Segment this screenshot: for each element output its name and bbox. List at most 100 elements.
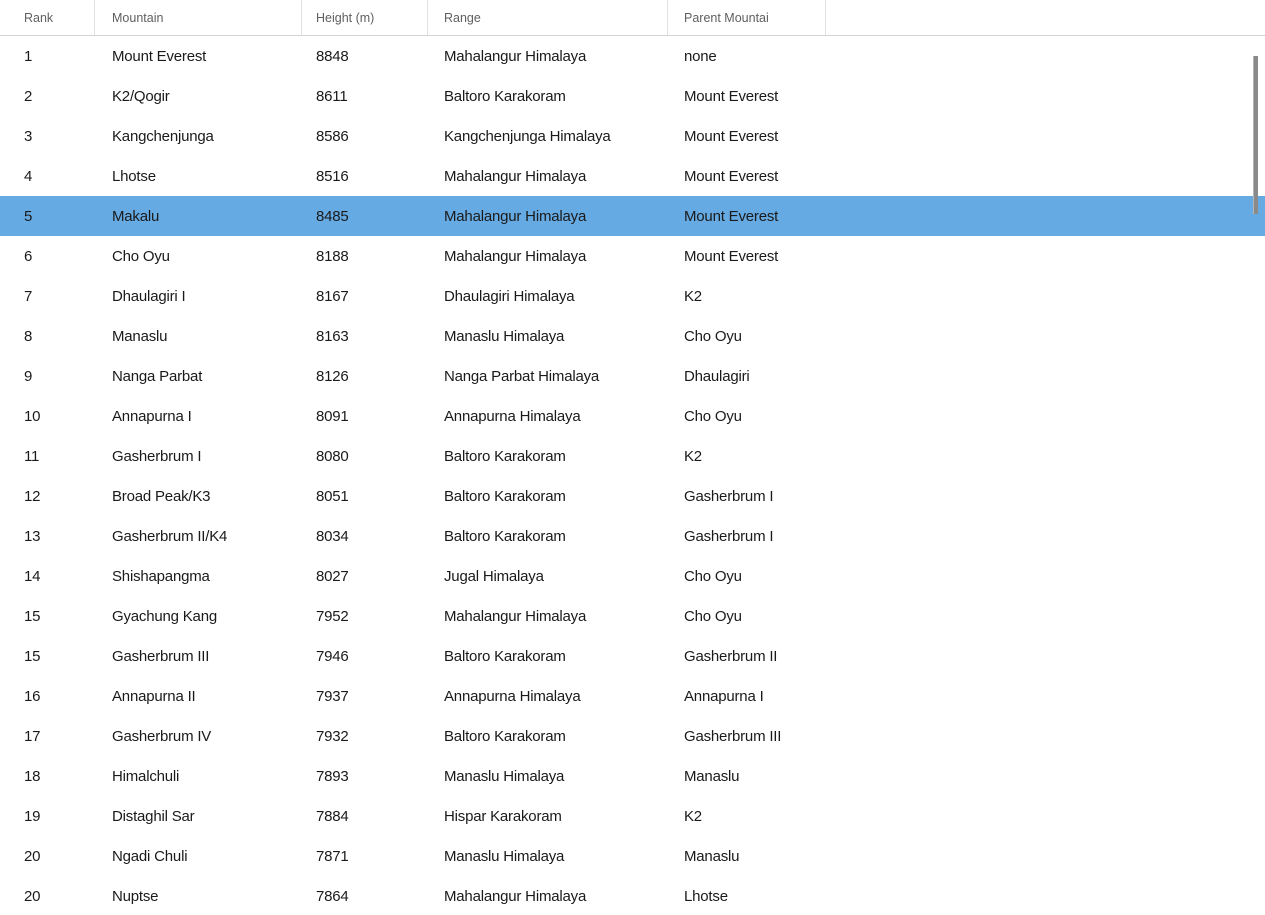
table-row[interactable]: 6Cho Oyu8188Mahalangur HimalayaMount Eve… <box>0 236 1265 276</box>
cell-range[interactable]: Mahalangur Himalaya <box>428 156 668 196</box>
cell-range[interactable]: Baltoro Karakoram <box>428 476 668 516</box>
cell-range[interactable]: Jugal Himalaya <box>428 556 668 596</box>
column-header-mountain[interactable]: Mountain <box>95 0 302 35</box>
cell-parent[interactable]: K2 <box>668 276 826 316</box>
cell-parent[interactable]: Mount Everest <box>668 76 826 116</box>
cell-rank[interactable]: 15 <box>0 636 95 676</box>
cell-height[interactable]: 8188 <box>302 236 428 276</box>
cell-height[interactable]: 8848 <box>302 36 428 76</box>
cell-height[interactable]: 8034 <box>302 516 428 556</box>
column-header-height[interactable]: Height (m) <box>302 0 428 35</box>
cell-range[interactable]: Kangchenjunga Himalaya <box>428 116 668 156</box>
column-header-range[interactable]: Range <box>428 0 668 35</box>
cell-mountain[interactable]: Makalu <box>95 196 302 236</box>
cell-mountain[interactable]: Gasherbrum III <box>95 636 302 676</box>
cell-height[interactable]: 8080 <box>302 436 428 476</box>
column-header-parent-mountain[interactable]: Parent Mountai <box>668 0 826 35</box>
table-row-selected[interactable]: 5Makalu8485Mahalangur HimalayaMount Ever… <box>0 196 1265 236</box>
vertical-scrollbar[interactable] <box>1253 36 1265 915</box>
cell-height[interactable]: 7884 <box>302 796 428 836</box>
column-header-rank[interactable]: Rank <box>0 0 95 35</box>
cell-mountain[interactable]: Gasherbrum IV <box>95 716 302 756</box>
cell-parent[interactable]: Annapurna I <box>668 676 826 716</box>
cell-range[interactable]: Baltoro Karakoram <box>428 76 668 116</box>
cell-rank[interactable]: 20 <box>0 876 95 915</box>
cell-range[interactable]: Dhaulagiri Himalaya <box>428 276 668 316</box>
cell-mountain[interactable]: Annapurna II <box>95 676 302 716</box>
cell-mountain[interactable]: Gasherbrum II/K4 <box>95 516 302 556</box>
cell-rank[interactable]: 7 <box>0 276 95 316</box>
table-row[interactable]: 9Nanga Parbat8126Nanga Parbat HimalayaDh… <box>0 356 1265 396</box>
cell-parent[interactable]: Mount Everest <box>668 196 826 236</box>
cell-mountain[interactable]: Cho Oyu <box>95 236 302 276</box>
cell-range[interactable]: Manaslu Himalaya <box>428 316 668 356</box>
cell-rank[interactable]: 1 <box>0 36 95 76</box>
cell-height[interactable]: 7937 <box>302 676 428 716</box>
cell-mountain[interactable]: K2/Qogir <box>95 76 302 116</box>
cell-range[interactable]: Manaslu Himalaya <box>428 836 668 876</box>
table-row[interactable]: 20Nuptse7864Mahalangur HimalayaLhotse <box>0 876 1265 915</box>
cell-mountain[interactable]: Lhotse <box>95 156 302 196</box>
cell-range[interactable]: Annapurna Himalaya <box>428 676 668 716</box>
cell-parent[interactable]: Manaslu <box>668 836 826 876</box>
cell-rank[interactable]: 19 <box>0 796 95 836</box>
cell-parent[interactable]: Cho Oyu <box>668 596 826 636</box>
cell-mountain[interactable]: Annapurna I <box>95 396 302 436</box>
cell-range[interactable]: Baltoro Karakoram <box>428 636 668 676</box>
cell-rank[interactable]: 18 <box>0 756 95 796</box>
cell-rank[interactable]: 15 <box>0 596 95 636</box>
cell-rank[interactable]: 11 <box>0 436 95 476</box>
cell-height[interactable]: 8485 <box>302 196 428 236</box>
cell-height[interactable]: 8163 <box>302 316 428 356</box>
table-row[interactable]: 20Ngadi Chuli7871Manaslu HimalayaManaslu <box>0 836 1265 876</box>
cell-parent[interactable]: Mount Everest <box>668 236 826 276</box>
cell-mountain[interactable]: Nuptse <box>95 876 302 915</box>
cell-mountain[interactable]: Ngadi Chuli <box>95 836 302 876</box>
table-row[interactable]: 7Dhaulagiri I8167Dhaulagiri HimalayaK2 <box>0 276 1265 316</box>
table-row[interactable]: 15Gyachung Kang7952Mahalangur HimalayaCh… <box>0 596 1265 636</box>
cell-rank[interactable]: 3 <box>0 116 95 156</box>
cell-rank[interactable]: 10 <box>0 396 95 436</box>
cell-parent[interactable]: Gasherbrum III <box>668 716 826 756</box>
cell-height[interactable]: 7864 <box>302 876 428 915</box>
cell-rank[interactable]: 16 <box>0 676 95 716</box>
cell-rank[interactable]: 6 <box>0 236 95 276</box>
cell-mountain[interactable]: Manaslu <box>95 316 302 356</box>
table-row[interactable]: 14Shishapangma8027Jugal HimalayaCho Oyu <box>0 556 1265 596</box>
cell-height[interactable]: 7893 <box>302 756 428 796</box>
cell-height[interactable]: 8091 <box>302 396 428 436</box>
cell-mountain[interactable]: Gyachung Kang <box>95 596 302 636</box>
table-row[interactable]: 2K2/Qogir8611Baltoro KarakoramMount Ever… <box>0 76 1265 116</box>
cell-rank[interactable]: 9 <box>0 356 95 396</box>
cell-mountain[interactable]: Himalchuli <box>95 756 302 796</box>
cell-range[interactable]: Baltoro Karakoram <box>428 516 668 556</box>
cell-range[interactable]: Mahalangur Himalaya <box>428 36 668 76</box>
cell-mountain[interactable]: Dhaulagiri I <box>95 276 302 316</box>
cell-parent[interactable]: Cho Oyu <box>668 316 826 356</box>
cell-range[interactable]: Baltoro Karakoram <box>428 716 668 756</box>
cell-height[interactable]: 8516 <box>302 156 428 196</box>
cell-parent[interactable]: K2 <box>668 796 826 836</box>
cell-range[interactable]: Mahalangur Himalaya <box>428 876 668 915</box>
cell-range[interactable]: Mahalangur Himalaya <box>428 196 668 236</box>
table-row[interactable]: 17Gasherbrum IV7932Baltoro KarakoramGash… <box>0 716 1265 756</box>
cell-height[interactable]: 7952 <box>302 596 428 636</box>
cell-range[interactable]: Baltoro Karakoram <box>428 436 668 476</box>
cell-height[interactable]: 7946 <box>302 636 428 676</box>
table-row[interactable]: 11Gasherbrum I8080Baltoro KarakoramK2 <box>0 436 1265 476</box>
cell-rank[interactable]: 13 <box>0 516 95 556</box>
table-row[interactable]: 16Annapurna II7937Annapurna HimalayaAnna… <box>0 676 1265 716</box>
cell-rank[interactable]: 5 <box>0 196 95 236</box>
cell-height[interactable]: 8586 <box>302 116 428 156</box>
cell-mountain[interactable]: Nanga Parbat <box>95 356 302 396</box>
cell-range[interactable]: Nanga Parbat Himalaya <box>428 356 668 396</box>
table-row[interactable]: 18Himalchuli7893Manaslu HimalayaManaslu <box>0 756 1265 796</box>
cell-mountain[interactable]: Broad Peak/K3 <box>95 476 302 516</box>
cell-parent[interactable]: Gasherbrum I <box>668 516 826 556</box>
cell-height[interactable]: 8611 <box>302 76 428 116</box>
cell-mountain[interactable]: Mount Everest <box>95 36 302 76</box>
cell-range[interactable]: Mahalangur Himalaya <box>428 596 668 636</box>
table-row[interactable]: 3Kangchenjunga8586Kangchenjunga Himalaya… <box>0 116 1265 156</box>
table-row[interactable]: 10Annapurna I8091Annapurna HimalayaCho O… <box>0 396 1265 436</box>
table-row[interactable]: 12Broad Peak/K38051Baltoro KarakoramGash… <box>0 476 1265 516</box>
